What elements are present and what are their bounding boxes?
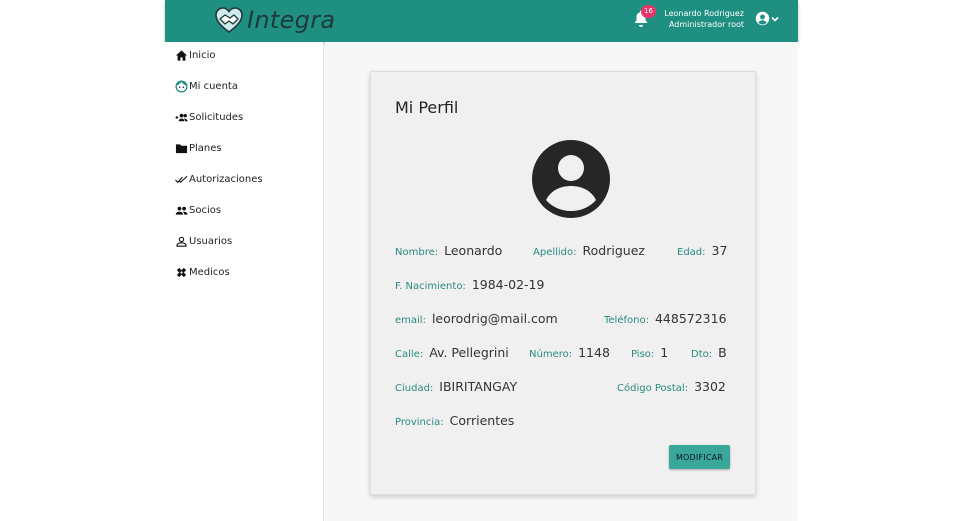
field-calle: Calle: Av. Pellegrini (395, 345, 509, 360)
field-ciudad: Ciudad: IBIRITANGAY (395, 379, 517, 394)
field-edad: Edad: 37 (677, 243, 727, 258)
brand-name: Integra (247, 6, 336, 34)
apellido-label: Apellido: (533, 247, 577, 258)
sidebar-item-label: Usuarios (189, 235, 233, 247)
sidebar-item-autorizaciones[interactable]: Autorizaciones (175, 171, 263, 187)
ciudad-value: IBIRITANGAY (439, 379, 518, 394)
codigo-postal-value: 3302 (694, 379, 726, 394)
notification-count-badge: 16 (641, 5, 656, 18)
piso-label: Piso: (631, 349, 655, 360)
calle-label: Calle: (395, 349, 424, 360)
email-value: leorodrig@mail.com (431, 311, 558, 326)
double-check-icon (175, 175, 188, 183)
codigo-postal-label: Código Postal: (617, 383, 689, 394)
account-circle-avatar-icon (532, 140, 610, 218)
numero-label: Número: (529, 349, 573, 360)
field-telefono: Teléfono: 448572316 (604, 311, 727, 326)
nombre-value: Leonardo (444, 243, 503, 258)
brand[interactable]: Integra (213, 2, 335, 38)
app-window: Integra 16 Leonardo Rodriguez Administra… (165, 0, 798, 521)
field-nombre: Nombre: Leonardo (395, 243, 502, 258)
sidebar-item-mi-cuenta[interactable]: Mi cuenta (175, 78, 238, 94)
provincia-value: Corrientes (449, 413, 515, 428)
apellido-value: Rodriguez (582, 243, 645, 258)
field-numero: Número: 1148 (529, 345, 610, 360)
chevron-down-icon (771, 16, 779, 22)
field-dto: Dto: B (691, 345, 727, 360)
sidebar-item-label: Mi cuenta (189, 80, 238, 92)
edad-value: 37 (711, 243, 728, 258)
field-fecha-nacimiento: F. Nacimiento: 1984-02-19 (395, 277, 544, 292)
sidebar-item-label: Socios (189, 204, 222, 216)
field-email: email: leorodrig@mail.com (395, 311, 558, 326)
numero-value: 1148 (578, 345, 610, 360)
sidebar-item-planes[interactable]: Planes (175, 140, 222, 156)
modificar-button[interactable]: MODIFICAR (669, 445, 730, 469)
folder-icon (175, 143, 188, 153)
user-menu-button[interactable] (755, 11, 780, 26)
field-provincia: Provincia: Corrientes (395, 413, 514, 428)
piso-value: 1 (660, 345, 669, 360)
home-icon (175, 49, 188, 61)
email-label: email: (395, 315, 426, 326)
sidebar-item-label: Planes (189, 142, 222, 154)
field-codigo-postal: Código Postal: 3302 (617, 379, 726, 394)
ciudad-label: Ciudad: (395, 383, 434, 394)
sidebar-item-solicitudes[interactable]: Solicitudes (175, 109, 243, 125)
account-circle-icon (755, 11, 770, 26)
dto-label: Dto: (691, 349, 713, 360)
nacimiento-label: F. Nacimiento: (395, 281, 466, 292)
sidebar-item-socios[interactable]: Socios (175, 202, 221, 218)
top-bar: Integra 16 Leonardo Rodriguez Administra… (165, 0, 798, 42)
sidebar-item-label: Autorizaciones (189, 173, 263, 185)
telefono-value: 448572316 (654, 311, 727, 326)
people-icon (175, 206, 188, 215)
handshake-heart-logo-icon (215, 7, 243, 34)
group-add-icon (175, 113, 188, 121)
provincia-label: Provincia: (395, 417, 444, 428)
sidebar-item-label: Solicitudes (189, 111, 244, 123)
sidebar-item-label: Inicio (189, 49, 216, 61)
sidebar: Inicio Mi cuenta Solicitudes Planes Auto… (165, 42, 324, 521)
face-icon (175, 79, 188, 93)
page-title: Mi Perfil (395, 98, 459, 117)
sidebar-item-usuarios[interactable]: Usuarios (175, 233, 232, 249)
person-outline-icon (176, 236, 187, 247)
telefono-label: Teléfono: (604, 315, 649, 326)
main-content: Mi Perfil Nombre: Leonardo Apellido: Rod… (325, 42, 798, 521)
dto-value: B (718, 345, 727, 360)
field-apellido: Apellido: Rodriguez (533, 243, 645, 258)
sidebar-item-medicos[interactable]: Medicos (175, 264, 230, 280)
nombre-label: Nombre: (395, 247, 439, 258)
healing-icon (176, 267, 187, 277)
user-info: Leonardo Rodriguez Administrador root (664, 8, 744, 30)
calle-value: Av. Pellegrini (429, 345, 509, 360)
edad-label: Edad: (677, 247, 706, 258)
profile-card: Mi Perfil Nombre: Leonardo Apellido: Rod… (370, 71, 756, 495)
sidebar-item-label: Medicos (189, 266, 230, 278)
user-role: Administrador root (668, 20, 744, 29)
field-piso: Piso: 1 (631, 345, 668, 360)
sidebar-item-inicio[interactable]: Inicio (175, 47, 215, 63)
nacimiento-value: 1984-02-19 (471, 277, 545, 292)
user-name: Leonardo Rodriguez (664, 9, 744, 18)
